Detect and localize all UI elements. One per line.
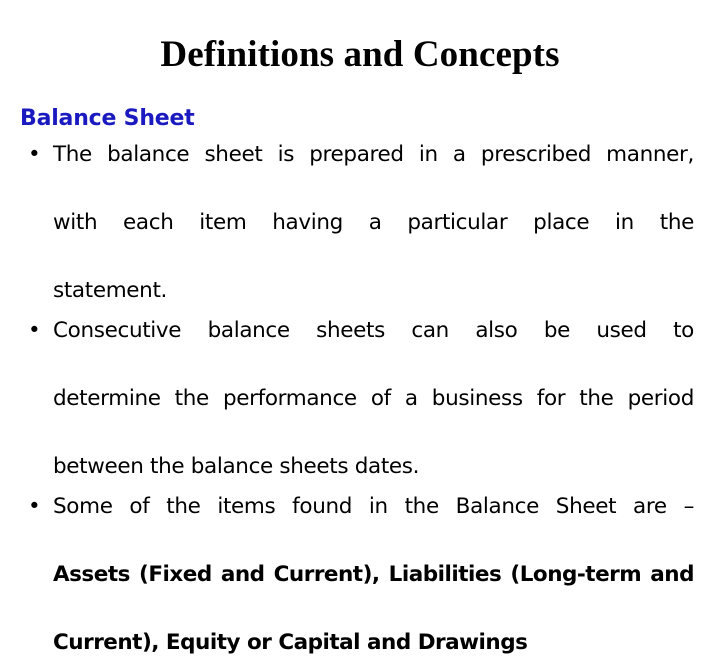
slide-canvas: Definitions and Concepts Balance Sheet •… (0, 0, 720, 655)
bullet-3-line-1: Some of the items found in the Balance S… (53, 494, 694, 519)
bullet-text-2: Consecutive balance sheets can also be u… (53, 314, 694, 484)
section-heading-balance-sheet: Balance Sheet (20, 106, 195, 131)
bullet-1-line-1: The balance sheet is prepared in a presc… (53, 142, 694, 167)
bullet-text-1: The balance sheet is prepared in a presc… (53, 138, 694, 308)
bullet-3-line-3-bold: Current), Equity or Capital and Drawings (53, 630, 528, 655)
bullet-list: • The balance sheet is prepared in a pre… (20, 138, 695, 660)
bullet-2-line-2: determine the performance of a business … (53, 386, 694, 411)
bullet-3-line-2-bold: Assets (Fixed and Current), Liabilities … (53, 562, 695, 587)
bullet-2-line-3: between the balance sheets dates. (53, 454, 420, 479)
bullet-item-1: • The balance sheet is prepared in a pre… (20, 138, 694, 308)
bullet-dot-icon: • (28, 494, 41, 519)
bullet-2-line-1: Consecutive balance sheets can also be u… (53, 318, 694, 343)
bullet-text-3: Some of the items found in the Balance S… (53, 490, 695, 660)
bullet-dot-icon: • (28, 318, 41, 343)
slide-body: Balance Sheet • The balance sheet is pre… (20, 104, 695, 660)
bullet-1-line-2: with each item having a particular place… (53, 210, 694, 235)
bullet-item-2: • Consecutive balance sheets can also be… (20, 314, 694, 484)
page-title: Definitions and Concepts (160, 34, 560, 75)
bullet-dot-icon: • (28, 142, 41, 167)
bullet-item-3: • Some of the items found in the Balance… (20, 490, 695, 660)
bullet-1-line-3: statement. (53, 278, 168, 303)
